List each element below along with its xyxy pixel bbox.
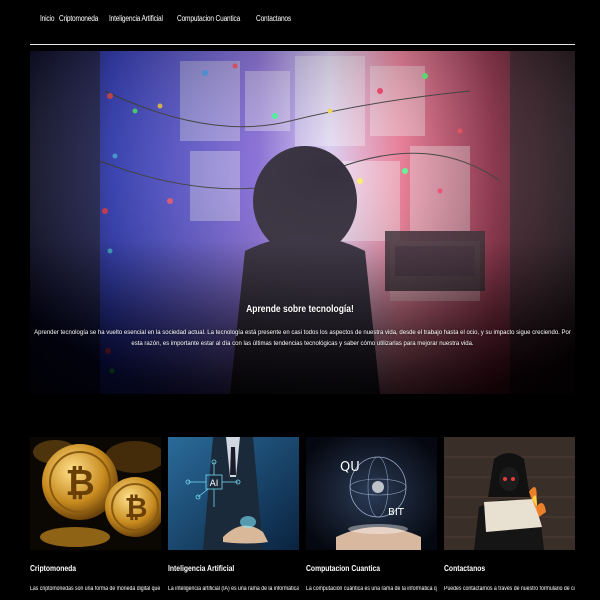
card-inteligencia-artificial[interactable]: AI Inteligencia Artificial La inteligenc… xyxy=(168,437,299,592)
card-title: Contactanos xyxy=(444,564,486,573)
qubit-label-bottom: BIT xyxy=(388,507,405,518)
nav-divider xyxy=(30,44,575,45)
card-title: Criptomoneda xyxy=(30,564,77,573)
card-text: La inteligencia artificial (IA) es una r… xyxy=(168,586,299,592)
card-text: La computación cuántica es una rama de l… xyxy=(306,586,437,592)
svg-text:₿: ₿ xyxy=(65,463,94,504)
nav-item-contactanos[interactable]: Contactanos xyxy=(256,14,291,23)
page: Inicio Criptomoneda Inteligencia Artific… xyxy=(0,0,600,600)
nav-item-criptomoneda[interactable]: Criptomoneda xyxy=(59,14,98,23)
svg-text:₿: ₿ xyxy=(125,491,148,524)
card-text: Puedes contactarnos a través de nuestro … xyxy=(444,586,575,592)
card-criptomoneda[interactable]: ₿ ₿ Criptomoneda Las criptomonedas son u… xyxy=(30,437,161,592)
nav-item-computacion-cuantica[interactable]: Computacion Cuantica xyxy=(177,14,240,23)
ai-hand-image[interactable]: AI xyxy=(168,437,299,550)
qubit-image[interactable]: QU BIT xyxy=(306,437,437,550)
bitcoin-coins-image[interactable]: ₿ ₿ xyxy=(30,437,161,550)
ai-image-label: AI xyxy=(210,479,219,489)
hacker-image[interactable] xyxy=(444,437,575,550)
hero-description: Aprender tecnología se ha vuelto esencia… xyxy=(34,330,571,347)
card-title: Inteligencia Artificial xyxy=(168,564,235,573)
nav-item-inicio[interactable]: Inicio xyxy=(40,14,55,23)
top-nav: Inicio Criptomoneda Inteligencia Artific… xyxy=(40,14,293,23)
nav-item-inteligencia-artificial[interactable]: Inteligencia Artificial xyxy=(109,14,163,23)
hero-title: Aprende sobre tecnología! xyxy=(246,304,354,315)
qubit-label-top: QU xyxy=(340,460,360,475)
card-text: Las criptomonedas son una forma de moned… xyxy=(30,586,161,592)
card-contactanos[interactable]: Contactanos Puedes contactarnos a través… xyxy=(444,437,575,592)
card-title: Computacion Cuantica xyxy=(306,564,381,573)
card-computacion-cuantica[interactable]: QU BIT Computacion Cuantica La computaci… xyxy=(306,437,437,592)
